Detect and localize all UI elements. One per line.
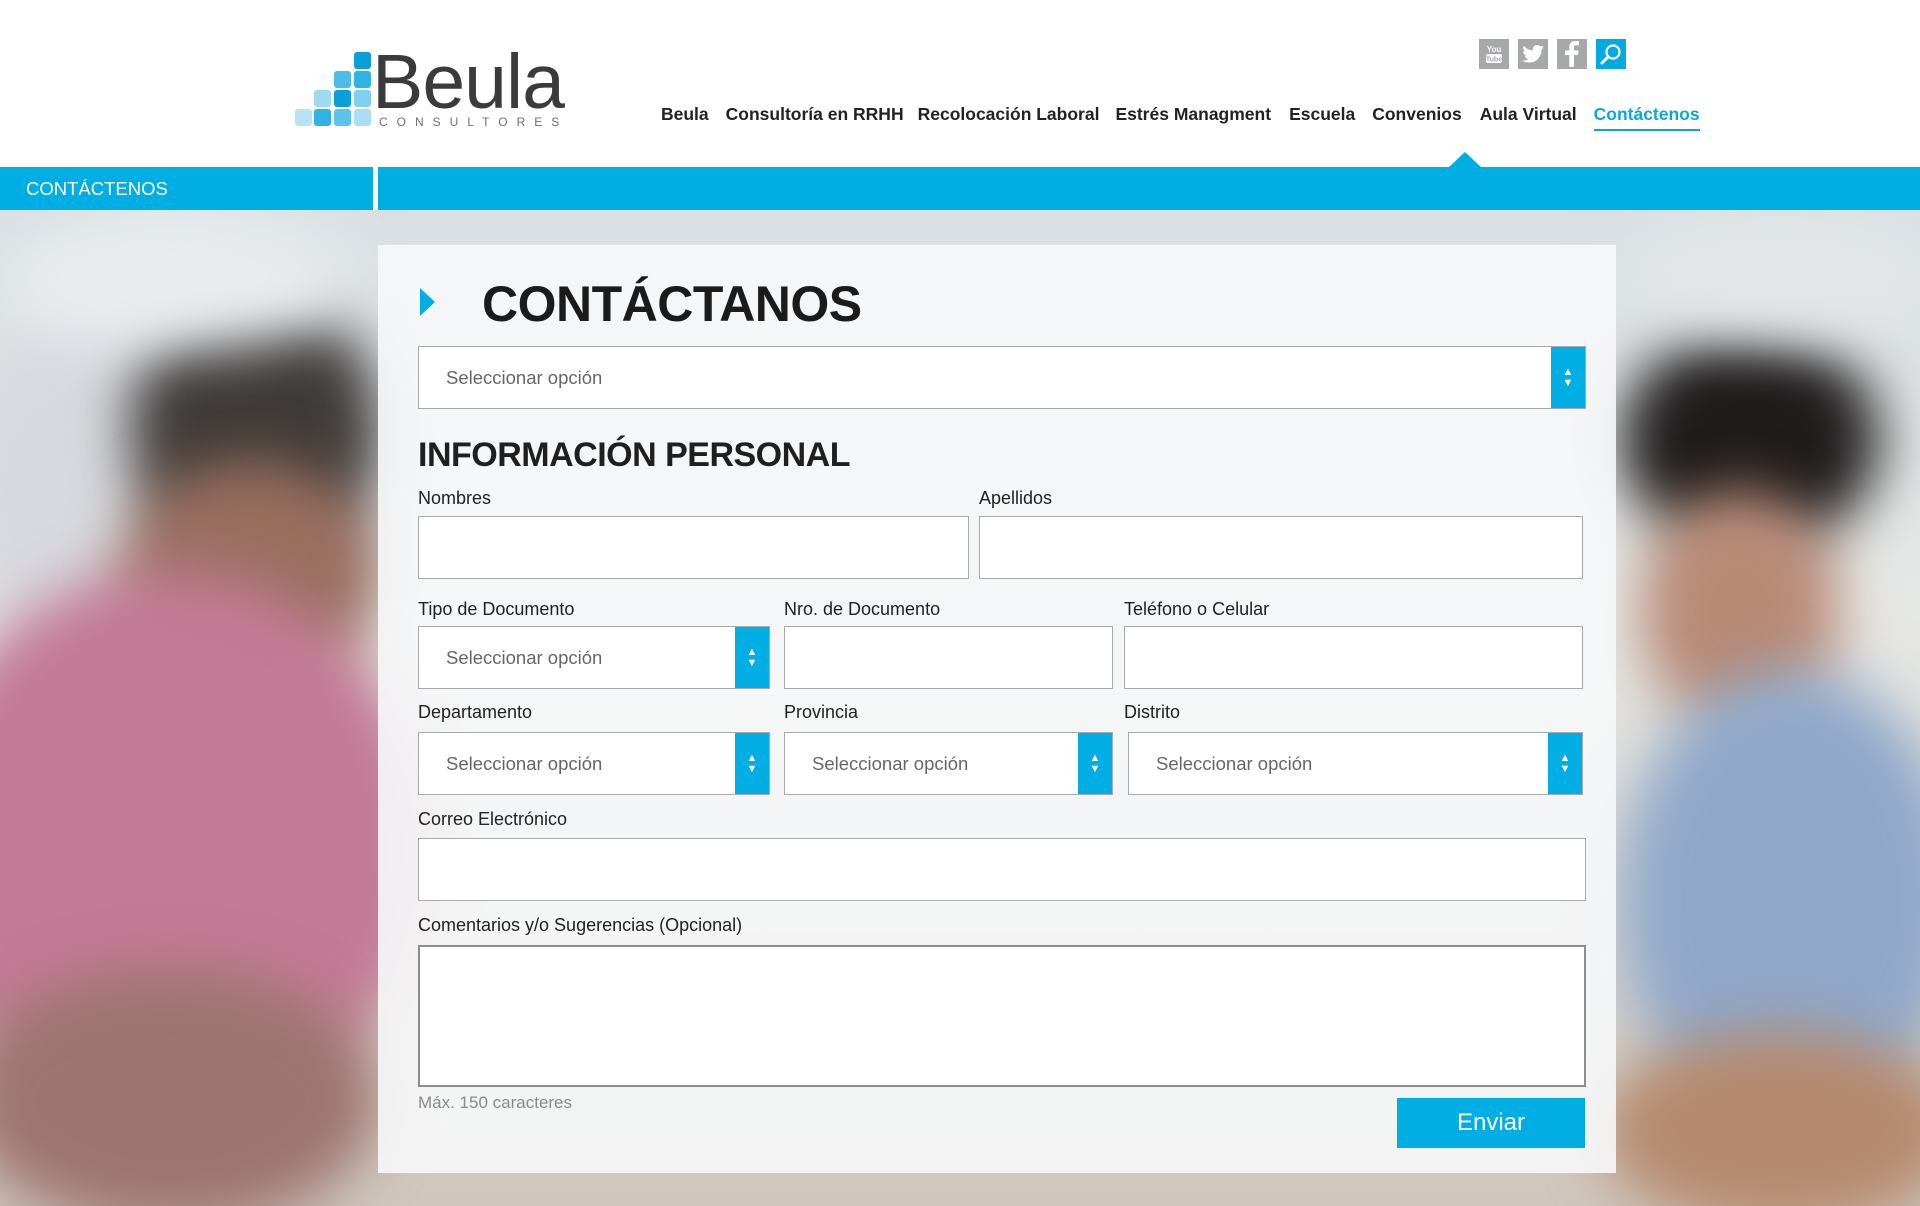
logo-square [314, 109, 331, 126]
twitter-glyph [1522, 45, 1544, 63]
nombres-input[interactable] [419, 517, 968, 578]
tipo-documento-label: Tipo de Documento [418, 599, 575, 619]
apellidos-field[interactable] [979, 516, 1583, 579]
search-glyph [1600, 44, 1621, 65]
logo-subtitle: CONSULTORES [379, 115, 569, 129]
select-arrows-icon: ▲ ▼ [1548, 733, 1582, 794]
nav-item-convenios[interactable]: Convenios [1372, 104, 1461, 131]
heading-arrow-icon [420, 288, 435, 316]
comentarios-textarea[interactable] [420, 947, 1584, 1085]
apellidos-label: Apellidos [979, 488, 1053, 508]
correo-input[interactable] [419, 839, 1585, 900]
logo-square [334, 90, 351, 107]
nav-item-estres[interactable]: Estrés Managment [1115, 104, 1271, 131]
nav-item-consultoria[interactable]: Consultoría en RRHH [726, 104, 904, 131]
nav-item-recolocacion[interactable]: Recolocación Laboral [918, 104, 1100, 131]
max-characters-hint: Máx. 150 caracteres [418, 1093, 573, 1112]
logo-square [354, 52, 371, 69]
nro-documento-input[interactable] [785, 627, 1112, 688]
telefono-input[interactable] [1125, 627, 1582, 688]
distrito-placeholder: Seleccionar opción [1156, 752, 1313, 774]
distrito-select[interactable]: Seleccionar opción ▲ ▼ [1128, 732, 1583, 795]
logo-square [334, 71, 351, 88]
distrito-label: Distrito [1124, 702, 1181, 722]
departamento-placeholder: Seleccionar opción [446, 752, 603, 774]
facebook-glyph [1565, 41, 1579, 67]
telefono-field[interactable] [1124, 626, 1583, 689]
nav-item-beula[interactable]: Beula [661, 104, 709, 131]
select-arrows-icon: ▲ ▼ [1078, 733, 1112, 794]
nav-item-contactenos[interactable]: Contáctenos [1593, 104, 1700, 131]
nav-item-escuela[interactable]: Escuela [1289, 104, 1355, 131]
provincia-select[interactable]: Seleccionar opción ▲ ▼ [784, 732, 1113, 795]
logo-square [314, 90, 331, 107]
logo-square [334, 109, 351, 126]
nro-documento-field[interactable] [784, 626, 1113, 689]
beula-logo[interactable]: Beula CONSULTORES [295, 44, 565, 128]
nav-active-pointer [1449, 152, 1481, 167]
page-title: CONTÁCTANOS [482, 276, 862, 332]
select-arrows-icon: ▲ ▼ [735, 733, 769, 794]
correo-label: Correo Electrónico [418, 809, 568, 829]
nro-documento-label: Nro. de Documento [784, 599, 941, 619]
departamento-select[interactable]: Seleccionar opción ▲ ▼ [418, 732, 770, 795]
search-icon[interactable] [1596, 39, 1626, 69]
youtube-icon[interactable]: You Tube [1479, 39, 1509, 69]
select-arrows-icon: ▲ ▼ [1551, 347, 1585, 408]
youtube-glyph: You Tube [1486, 45, 1502, 64]
svg-text:Tube: Tube [1486, 57, 1502, 64]
departamento-label: Departamento [418, 702, 533, 722]
main-nav: Beula Consultoría en RRHH Recolocación L… [661, 104, 1700, 131]
contact-type-placeholder: Seleccionar opción [446, 366, 603, 388]
facebook-icon[interactable] [1557, 39, 1587, 69]
section-bar: CONTÁCTENOS [0, 167, 1920, 210]
contact-form-panel: CONTÁCTANOS Seleccionar opción ▲ ▼ INFORM… [378, 245, 1616, 1173]
logo-square [354, 90, 371, 107]
bg-shape [0, 210, 360, 350]
apellidos-input[interactable] [980, 517, 1582, 578]
submit-button[interactable]: Enviar [1397, 1098, 1585, 1148]
telefono-label: Teléfono o Celular [1124, 599, 1270, 619]
social-links: You Tube [1479, 39, 1626, 69]
tipo-documento-select[interactable]: Seleccionar opción ▲ ▼ [418, 626, 770, 689]
logo-square [354, 71, 371, 88]
bg-shape [1620, 210, 1920, 340]
site-header: Beula CONSULTORES You Tube Beula Consult… [0, 0, 1920, 167]
logo-wordmark: Beula [372, 39, 565, 125]
nombres-field[interactable] [418, 516, 969, 579]
bar-divider [373, 167, 378, 210]
tipo-documento-placeholder: Seleccionar opción [446, 646, 603, 668]
nombres-label: Nombres [418, 488, 492, 508]
comentarios-label: Comentarios y/o Sugerencias (Opcional) [418, 915, 743, 935]
breadcrumb: CONTÁCTENOS [26, 178, 168, 199]
comentarios-field[interactable] [418, 945, 1586, 1087]
provincia-label: Provincia [784, 702, 859, 722]
twitter-icon[interactable] [1518, 39, 1548, 69]
svg-text:You: You [1487, 45, 1502, 54]
select-arrows-icon: ▲ ▼ [735, 627, 769, 688]
section-title: INFORMACIÓN PERSONAL [418, 436, 851, 474]
provincia-placeholder: Seleccionar opción [812, 752, 969, 774]
logo-square [295, 109, 312, 126]
contact-type-select[interactable]: Seleccionar opción ▲ ▼ [418, 346, 1586, 409]
nav-item-aula-virtual[interactable]: Aula Virtual [1480, 104, 1577, 131]
correo-field[interactable] [418, 838, 1586, 901]
bg-shape [1600, 1030, 1920, 1206]
logo-square [354, 109, 371, 126]
